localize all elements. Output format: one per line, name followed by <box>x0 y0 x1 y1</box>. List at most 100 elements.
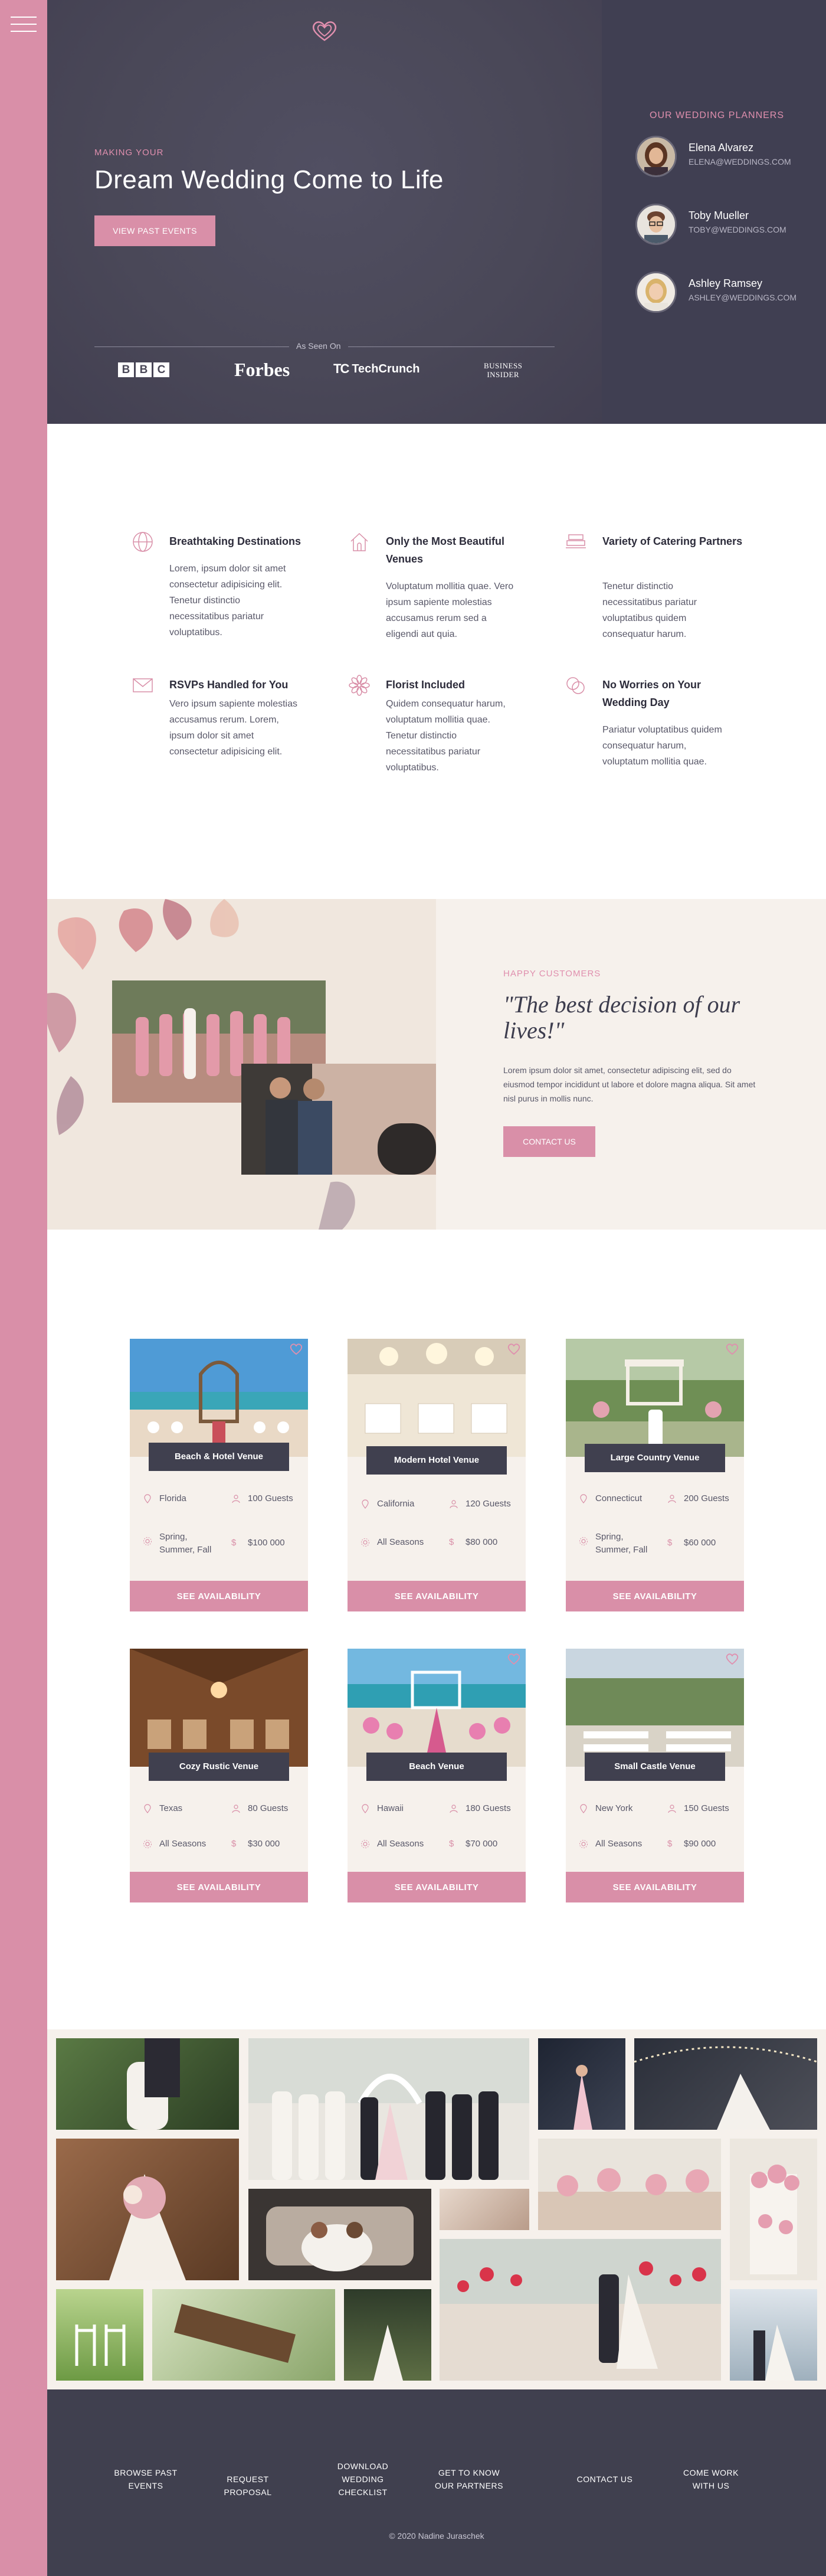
feature-title: No Worries on Your Wedding Day <box>602 679 702 708</box>
gallery-photo[interactable] <box>56 2139 239 2280</box>
gallery-photo[interactable] <box>730 2289 817 2381</box>
hamburger-menu-icon[interactable] <box>11 17 37 34</box>
see-availability-button[interactable]: SEE AVAILABILITY <box>566 1581 744 1611</box>
location-pin-icon <box>580 1494 587 1503</box>
sun-icon <box>361 1840 369 1848</box>
gallery-photo[interactable] <box>248 2038 529 2180</box>
dollar-icon: $ <box>667 1538 673 1548</box>
planner-card: Ashley Ramsey ASHLEY@WEDDINGS.COM <box>635 272 812 314</box>
venue-guests: 200 Guests <box>684 1493 729 1503</box>
venues-section: Beach & Hotel Venue Florida 100 Guests S… <box>47 1230 826 2029</box>
main-content: MAKING YOUR Dream Wedding Come to Life V… <box>47 0 826 2576</box>
guests-icon <box>232 1495 240 1503</box>
gallery-photo[interactable] <box>56 2038 239 2130</box>
see-availability-button[interactable]: SEE AVAILABILITY <box>348 1872 526 1902</box>
forbes-logo: Forbes <box>234 359 290 380</box>
venue-season: Spring, Summer, Fall <box>159 1532 212 1555</box>
heart-icon[interactable] <box>507 1342 521 1355</box>
gallery-photo[interactable] <box>248 2189 431 2280</box>
testimonial-section: HAPPY CUSTOMERS "The best decision of ou… <box>47 899 826 1230</box>
venue-location: Connecticut <box>595 1493 643 1503</box>
venue-name: Small Castle Venue <box>585 1753 725 1781</box>
gallery-photo[interactable] <box>56 2289 143 2381</box>
feature-title: RSVPs Handled for You <box>169 679 289 691</box>
feature-text: Vero ipsum sapiente molestias accusamus … <box>169 699 297 757</box>
venue-name: Cozy Rustic Venue <box>149 1753 289 1781</box>
planner-card: Elena Alvarez ELENA@WEDDINGS.COM <box>635 136 812 178</box>
venue-image <box>348 1339 526 1457</box>
avatar <box>635 204 677 245</box>
venue-name: Beach & Hotel Venue <box>149 1443 289 1471</box>
planner-email[interactable]: ASHLEY@WEDDINGS.COM <box>689 293 796 302</box>
footer-link-download-checklist[interactable]: DOWNLOAD WEDDING CHECKLIST <box>330 2460 395 2499</box>
footer-link-partners[interactable]: GET TO KNOW OUR PARTNERS <box>428 2466 510 2492</box>
guests-icon <box>450 1500 458 1509</box>
planner-email[interactable]: ELENA@WEDDINGS.COM <box>689 157 791 166</box>
see-availability-button[interactable]: SEE AVAILABILITY <box>348 1581 526 1611</box>
location-pin-icon <box>144 1494 151 1503</box>
venue-card: Modern Hotel Venue California 120 Guests… <box>348 1339 526 1611</box>
venue-guests: 100 Guests <box>248 1493 293 1503</box>
footer-link-careers[interactable]: COME WORK WITH US <box>673 2466 749 2492</box>
planner-email[interactable]: TOBY@WEDDINGS.COM <box>689 225 786 234</box>
footer-link-contact-us[interactable]: CONTACT US <box>560 2473 649 2486</box>
envelope-icon <box>133 678 153 692</box>
venue-season: All Seasons <box>159 1839 206 1849</box>
footer-link-browse-past-events[interactable]: BROWSE PAST EVENTS <box>101 2466 190 2492</box>
planner-name: Elena Alvarez <box>689 142 754 153</box>
heart-icon[interactable] <box>725 1652 739 1665</box>
gallery-photo[interactable] <box>730 2139 817 2280</box>
venue-location: California <box>377 1499 415 1509</box>
dollar-icon: $ <box>449 1537 454 1547</box>
guests-icon <box>232 1804 240 1813</box>
avatar <box>635 136 677 177</box>
gallery-photo[interactable] <box>440 2189 529 2230</box>
testimonial-quote: "The best decision of our lives!" <box>503 991 740 1044</box>
venue-card: Beach & Hotel Venue Florida 100 Guests S… <box>130 1339 308 1611</box>
feature-title: Only the Most Beautiful Venues <box>386 535 505 565</box>
avatar <box>635 272 677 313</box>
heart-logo-icon[interactable] <box>310 19 339 43</box>
gallery-photo[interactable] <box>538 2038 625 2130</box>
venue-name: Modern Hotel Venue <box>366 1446 507 1475</box>
venue-guests: 120 Guests <box>466 1499 511 1509</box>
gallery-photo[interactable] <box>152 2289 335 2381</box>
globe-icon <box>133 532 153 552</box>
see-availability-button[interactable]: SEE AVAILABILITY <box>130 1581 308 1611</box>
gallery-photo[interactable] <box>440 2239 721 2381</box>
techcrunch-mark-icon: TC <box>333 361 349 376</box>
guests-icon <box>668 1804 676 1813</box>
catering-icon <box>566 534 586 548</box>
view-past-events-button[interactable]: VIEW PAST EVENTS <box>94 215 215 246</box>
dollar-icon: $ <box>667 1839 673 1849</box>
see-availability-button[interactable]: SEE AVAILABILITY <box>130 1872 308 1902</box>
feature-text: Pariatur voluptatibus quidem consequatur… <box>602 725 722 767</box>
feature-text: Voluptatum mollitia quae. Vero ipsum sap… <box>386 581 514 639</box>
venue-season: All Seasons <box>595 1839 643 1849</box>
see-availability-button[interactable]: SEE AVAILABILITY <box>566 1872 744 1902</box>
venue-price: $60 000 <box>684 1538 716 1548</box>
venue-price: $100 000 <box>248 1538 285 1548</box>
contact-us-button[interactable]: CONTACT US <box>503 1126 595 1157</box>
rings-icon <box>566 677 585 694</box>
copyright: © 2020 Nadine Juraschek <box>389 2531 484 2541</box>
heart-icon[interactable] <box>289 1342 303 1355</box>
dollar-icon: $ <box>449 1839 454 1849</box>
planner-name: Toby Mueller <box>689 210 749 221</box>
venue-image <box>130 1339 308 1457</box>
venue-location: Hawaii <box>377 1803 404 1813</box>
sun-icon <box>579 1840 588 1848</box>
feature-title: Florist Included <box>386 679 466 691</box>
feature-title: Breathtaking Destinations <box>169 535 301 547</box>
feature-title: Variety of Catering Partners <box>602 535 743 547</box>
heart-icon[interactable] <box>725 1342 739 1355</box>
footer-link-request-proposal[interactable]: REQUEST PROPOSAL <box>204 2473 292 2499</box>
hero-section: MAKING YOUR Dream Wedding Come to Life V… <box>47 0 826 424</box>
venue-location: Texas <box>159 1803 183 1813</box>
gallery-photo[interactable] <box>634 2038 817 2130</box>
gallery-photo[interactable] <box>344 2289 431 2381</box>
heart-icon[interactable] <box>507 1652 521 1665</box>
sun-icon <box>143 1840 152 1848</box>
venue-name: Beach Venue <box>366 1753 507 1781</box>
gallery-photo[interactable] <box>538 2139 721 2230</box>
